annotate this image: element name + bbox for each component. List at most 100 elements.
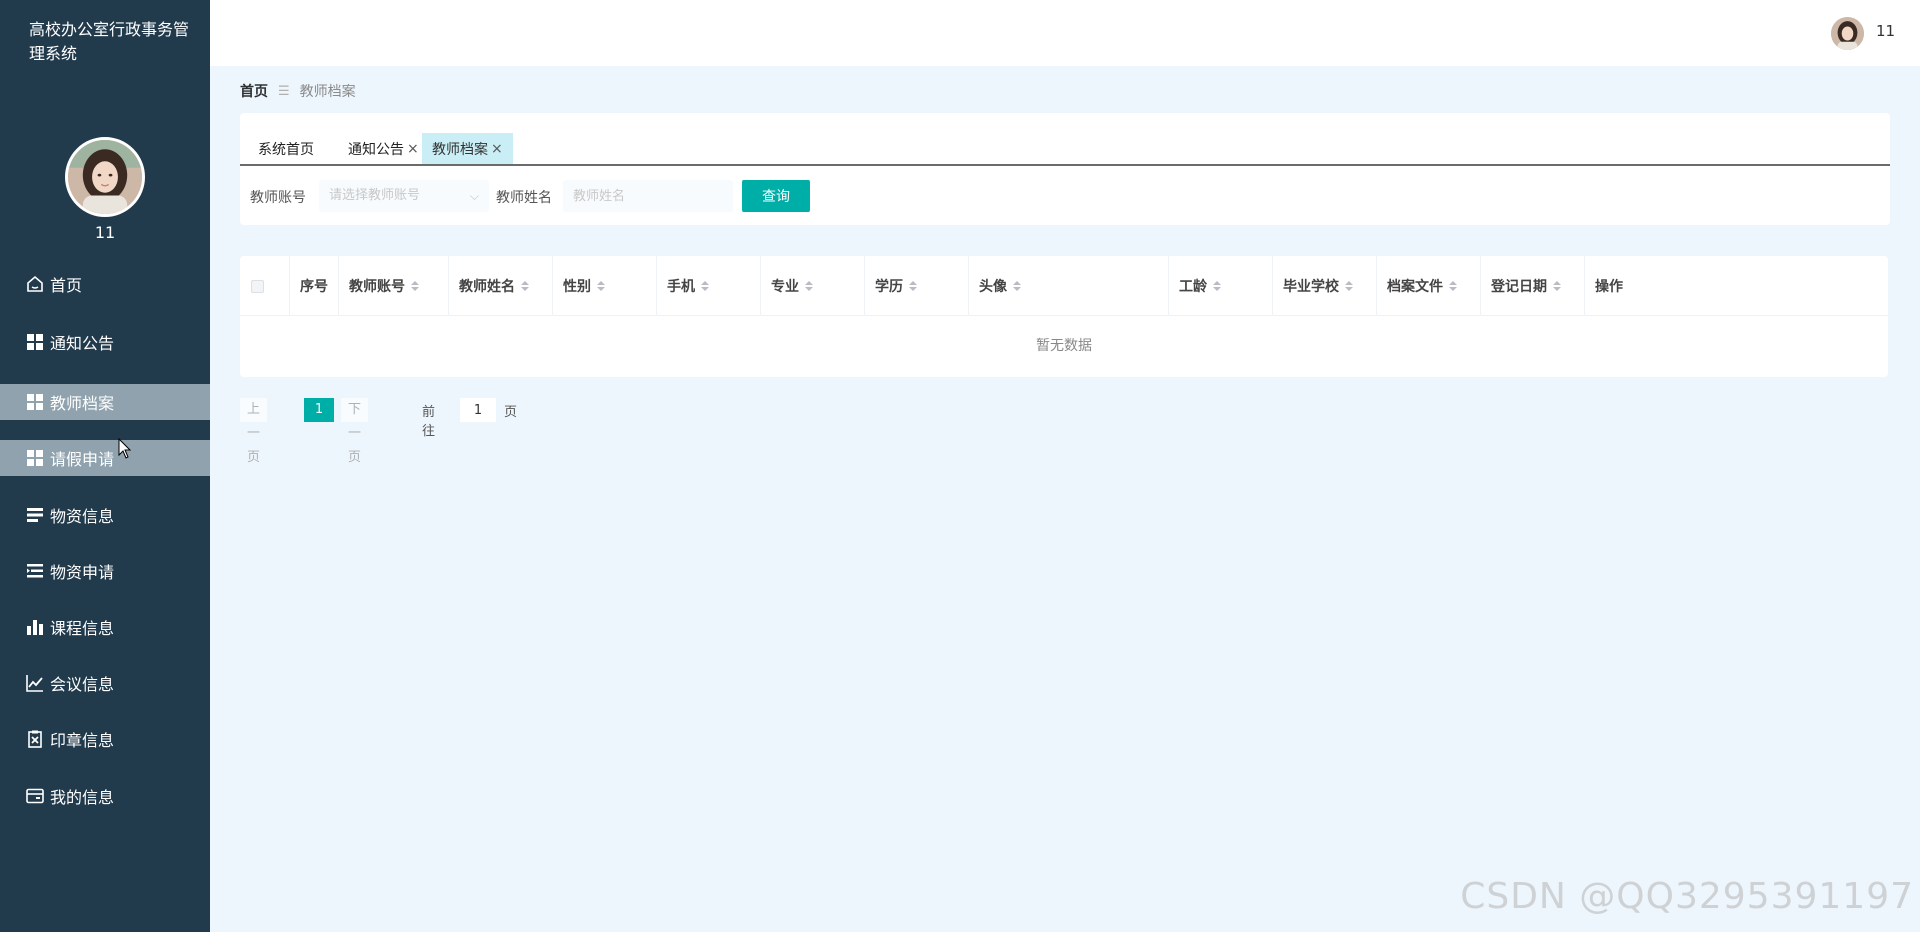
sidebar-item-home[interactable]: 首页: [0, 266, 210, 302]
th-phone[interactable]: 手机: [657, 256, 761, 316]
prev-page-button[interactable]: 上一页: [240, 398, 268, 465]
sidebar-item-supplies-info[interactable]: 物资信息: [0, 497, 210, 533]
page-suffix: 页: [504, 405, 518, 420]
next-page-button[interactable]: 下一页: [341, 398, 369, 465]
grid-icon: [24, 447, 46, 469]
name-label: 教师姓名: [496, 190, 552, 206]
th-gender[interactable]: 性别: [553, 256, 657, 316]
close-icon[interactable]: ×: [407, 141, 419, 157]
tab-label: 教师档案: [432, 141, 488, 158]
sidebar-item-label: 会议信息: [50, 675, 115, 694]
home-icon: [24, 273, 46, 295]
grid-icon: [24, 331, 46, 353]
query-button[interactable]: 查询: [742, 180, 810, 212]
table-header: 序号 教师账号 教师姓名 性别 手机 专业 学历 头像 工龄 毕业学校 档案文件…: [240, 256, 1888, 316]
tab-label: 系统首页: [258, 141, 314, 158]
line-chart-icon: [24, 672, 46, 694]
sidebar-item-seal-info[interactable]: 印章信息: [0, 721, 210, 757]
sidebar-item-label: 教师档案: [50, 394, 115, 413]
th-avatar[interactable]: 头像: [969, 256, 1169, 316]
close-icon[interactable]: ×: [491, 141, 503, 157]
sort-icon[interactable]: [1345, 281, 1353, 291]
sort-icon[interactable]: [1449, 281, 1457, 291]
breadcrumb-home[interactable]: 首页: [240, 81, 268, 101]
column-label: 教师账号: [349, 279, 405, 295]
column-label: 工龄: [1179, 279, 1207, 295]
column-label: 毕业学校: [1283, 279, 1339, 295]
sort-icon[interactable]: [1013, 281, 1021, 291]
sort-icon[interactable]: [909, 281, 917, 291]
sort-icon[interactable]: [701, 281, 709, 291]
sidebar-item-notices[interactable]: 通知公告: [0, 324, 210, 360]
sort-icon[interactable]: [521, 281, 529, 291]
sort-icon[interactable]: [411, 281, 419, 291]
sidebar-item-supplies-request[interactable]: 物资申请: [0, 553, 210, 589]
select-all-checkbox[interactable]: [251, 280, 264, 293]
page-number-1[interactable]: 1: [304, 398, 334, 422]
goto-label: 前往: [422, 405, 436, 439]
list-indent-icon: [24, 560, 46, 582]
account-select[interactable]: 请选择教师账号 ⌵: [319, 180, 489, 212]
th-teacher-account[interactable]: 教师账号: [339, 256, 449, 316]
sidebar-item-course-info[interactable]: 课程信息: [0, 609, 210, 645]
account-select-placeholder: 请选择教师账号: [329, 188, 421, 203]
column-label: 手机: [667, 279, 695, 295]
breadcrumb: 首页 ☰ 教师档案: [240, 81, 356, 101]
mouse-cursor-icon: [118, 438, 132, 459]
th-select: [240, 256, 290, 316]
sort-icon[interactable]: [805, 281, 813, 291]
card-icon: [24, 785, 46, 807]
breadcrumb-current: 教师档案: [299, 84, 356, 100]
sidebar-item-meeting-info[interactable]: 会议信息: [0, 665, 210, 701]
top-bar: 11: [210, 0, 1920, 66]
avatar-photo-icon: [1831, 17, 1864, 50]
user-avatar[interactable]: [65, 137, 145, 217]
sort-icon[interactable]: [1213, 281, 1221, 291]
header-user-name[interactable]: 11: [1876, 22, 1895, 40]
chevron-down-icon: ⌵: [469, 189, 479, 203]
th-archive-file[interactable]: 档案文件: [1377, 256, 1481, 316]
watermark: CSDN @QQ3295391197: [1460, 876, 1914, 917]
table-empty-text: 暂无数据: [1036, 338, 1092, 354]
sidebar-item-label: 物资申请: [50, 563, 115, 582]
sidebar-item-my-info[interactable]: 我的信息: [0, 778, 210, 814]
sort-icon[interactable]: [1553, 281, 1561, 291]
column-label: 操作: [1595, 279, 1623, 295]
th-actions: 操作: [1585, 256, 1888, 316]
sidebar-user-name: 11: [94, 223, 116, 242]
th-years-of-service[interactable]: 工龄: [1169, 256, 1273, 316]
th-major[interactable]: 专业: [761, 256, 865, 316]
breadcrumb-separator-icon: ☰: [278, 83, 290, 99]
goto-page-input[interactable]: [460, 398, 496, 422]
th-index: 序号: [290, 256, 339, 316]
column-label: 性别: [563, 279, 591, 295]
sidebar-item-teacher-archive[interactable]: 教师档案: [0, 384, 210, 420]
th-graduate-school[interactable]: 毕业学校: [1273, 256, 1377, 316]
tab-system-home[interactable]: 系统首页: [248, 133, 324, 164]
th-teacher-name[interactable]: 教师姓名: [449, 256, 553, 316]
avatar-photo-icon: [68, 140, 142, 214]
account-label: 教师账号: [250, 190, 306, 206]
tab-teacher-archive[interactable]: 教师档案 ×: [422, 133, 513, 164]
header-avatar[interactable]: [1831, 17, 1864, 50]
sidebar-item-leave-request[interactable]: 请假申请: [0, 440, 210, 476]
sidebar-item-label: 印章信息: [50, 731, 115, 750]
grid-icon: [24, 391, 46, 413]
sidebar-item-label: 物资信息: [50, 507, 115, 526]
column-label: 学历: [875, 279, 903, 295]
sort-icon[interactable]: [597, 281, 605, 291]
sidebar: 高校办公室行政事务管理系统 11 首页 通知公告 教师档案 请假申请 物资信息 …: [0, 0, 210, 932]
name-input[interactable]: [563, 180, 733, 212]
th-education[interactable]: 学历: [865, 256, 969, 316]
tab-notices[interactable]: 通知公告 ×: [338, 133, 429, 164]
clipboard-x-icon: [24, 728, 46, 750]
th-register-date[interactable]: 登记日期: [1481, 256, 1585, 316]
column-label: 档案文件: [1387, 279, 1443, 295]
sidebar-item-label: 通知公告: [50, 334, 115, 353]
bar-chart-icon: [24, 616, 46, 638]
app-title: 高校办公室行政事务管理系统: [29, 20, 190, 63]
column-label: 序号: [300, 279, 328, 295]
tab-bar: 系统首页 通知公告 × 教师档案 ×: [240, 133, 1890, 166]
tab-label: 通知公告: [348, 141, 404, 158]
search-form: 教师账号 请选择教师账号 ⌵ 教师姓名 查询: [240, 180, 1890, 212]
